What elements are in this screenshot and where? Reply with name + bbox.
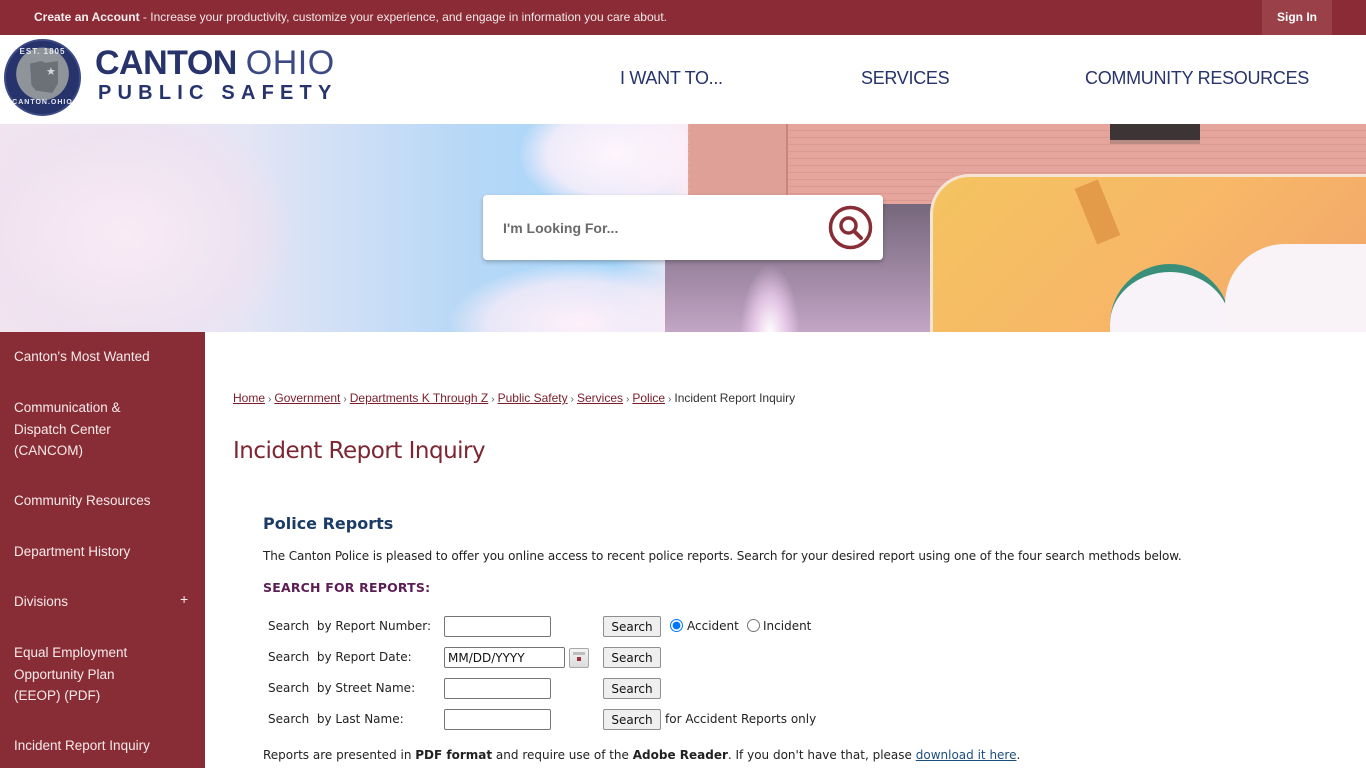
create-account-link[interactable]: Create an Account (34, 10, 140, 24)
sidebar-item-community-resources[interactable]: Community Resources (14, 490, 194, 512)
sidebar-item-eeop[interactable]: Equal Employment Opportunity Plan (EEOP)… (14, 642, 149, 707)
hero-cloud (0, 124, 290, 332)
breadcrumb-services[interactable]: Services (577, 391, 623, 405)
breadcrumb-home[interactable]: Home (233, 391, 265, 405)
accident-only-note: for Accident Reports only (665, 712, 817, 726)
breadcrumb-separator: › (268, 394, 272, 405)
nav-i-want-to[interactable]: I WANT TO... (620, 68, 723, 89)
breadcrumb-government[interactable]: Government (274, 391, 340, 405)
calendar-icon[interactable] (569, 648, 589, 668)
breadcrumb: Home › Government › Departments K Through Z ›… (233, 391, 795, 405)
breadcrumb-separator: › (343, 394, 347, 405)
site-search (483, 195, 883, 260)
report-number-input[interactable] (444, 616, 551, 637)
breadcrumb-current: Incident Report Inquiry (674, 391, 796, 405)
nav-services[interactable]: SERVICES (861, 68, 950, 89)
hero-helmet (1225, 244, 1366, 332)
footnote-text: Reports are presented in (263, 748, 416, 762)
last-name-label: Search by Last Name: (268, 712, 404, 726)
sidebar-item-divisions[interactable]: Divisions + (14, 591, 194, 613)
city-seal-logo[interactable]: EST. 1805 ★ CANTON.OHIO (4, 39, 81, 116)
incident-radio-label[interactable]: Incident (763, 619, 811, 633)
accident-radio[interactable] (670, 619, 683, 632)
accident-radio-label[interactable]: Accident (687, 619, 739, 633)
search-icon (828, 205, 873, 250)
breadcrumb-separator: › (668, 394, 672, 405)
footnote-text: . If you don't have that, please (727, 748, 916, 762)
expand-plus-icon[interactable]: + (180, 589, 188, 611)
seal-top-text: EST. 1805 (19, 47, 66, 56)
site-title-light: OHIO (245, 44, 335, 82)
incident-radio[interactable] (747, 619, 760, 632)
page-title: Incident Report Inquiry (233, 438, 486, 464)
create-account-banner: Create an Account - Increase your produc… (34, 10, 667, 24)
sign-in-button[interactable]: Sign In (1262, 0, 1332, 35)
sidebar-item-incident-report-inquiry[interactable]: Incident Report Inquiry (14, 735, 194, 757)
footnote-adobe-reader: Adobe Reader (632, 748, 728, 762)
last-name-input[interactable] (444, 709, 551, 730)
intro-text: The Canton Police is pleased to offer yo… (263, 549, 1182, 563)
hero-banner (0, 124, 1366, 332)
breadcrumb-separator: › (570, 394, 574, 405)
site-search-button[interactable] (828, 205, 873, 250)
search-street-name-button[interactable]: Search (603, 678, 661, 699)
section-heading: Police Reports (263, 514, 394, 533)
seal-bottom-text: CANTON.OHIO (12, 99, 73, 106)
footnote-pdf-format: PDF format (415, 748, 493, 762)
breadcrumb-public-safety[interactable]: Public Safety (498, 391, 568, 405)
footnote-text: and require use of the (492, 748, 633, 762)
top-utility-bar: Create an Account - Increase your produc… (0, 0, 1366, 35)
report-number-label: Search by Report Number: (268, 619, 432, 633)
site-subtitle: PUBLIC SAFETY (98, 82, 338, 104)
star-icon: ★ (46, 66, 56, 78)
search-heading: SEARCH FOR REPORTS: (263, 580, 431, 595)
pdf-footnote: Reports are presented in PDF format and … (263, 748, 1020, 762)
download-adobe-link[interactable]: download it here (916, 748, 1017, 762)
breadcrumb-police[interactable]: Police (632, 391, 665, 405)
breadcrumb-separator: › (626, 394, 630, 405)
report-date-label: Search by Report Date: (268, 650, 412, 664)
search-report-date-button[interactable]: Search (603, 647, 661, 668)
create-account-message: - Increase your productivity, customize … (139, 10, 667, 24)
search-report-number-button[interactable]: Search (603, 616, 661, 637)
street-name-input[interactable] (444, 678, 551, 699)
breadcrumb-separator: › (491, 394, 495, 405)
sidebar-item-most-wanted[interactable]: Canton's Most Wanted (14, 346, 194, 368)
nav-community-resources[interactable]: COMMUNITY RESOURCES (1085, 68, 1309, 89)
site-title-bold: CANTON (95, 44, 237, 82)
street-name-label: Search by Street Name: (268, 681, 416, 695)
hero-light-flare (740, 264, 800, 332)
site-title[interactable]: CANTON OHIO (95, 46, 335, 80)
sidebar-item-cancom[interactable]: Communication & Dispatch Center (CANCOM) (14, 397, 149, 462)
site-search-input[interactable] (499, 195, 819, 260)
site-header: EST. 1805 ★ CANTON.OHIO CANTON OHIO PUBL… (0, 35, 1366, 124)
sidebar-nav: Canton's Most Wanted Communication & Dis… (0, 332, 205, 768)
report-date-input[interactable] (444, 647, 565, 668)
search-last-name-button[interactable]: Search (603, 709, 661, 730)
breadcrumb-departments[interactable]: Departments K Through Z (350, 391, 489, 405)
footnote-text: . (1016, 748, 1021, 762)
sidebar-item-label: Divisions (14, 594, 69, 609)
sidebar-item-department-history[interactable]: Department History (14, 541, 194, 563)
hero-window (1110, 124, 1200, 144)
